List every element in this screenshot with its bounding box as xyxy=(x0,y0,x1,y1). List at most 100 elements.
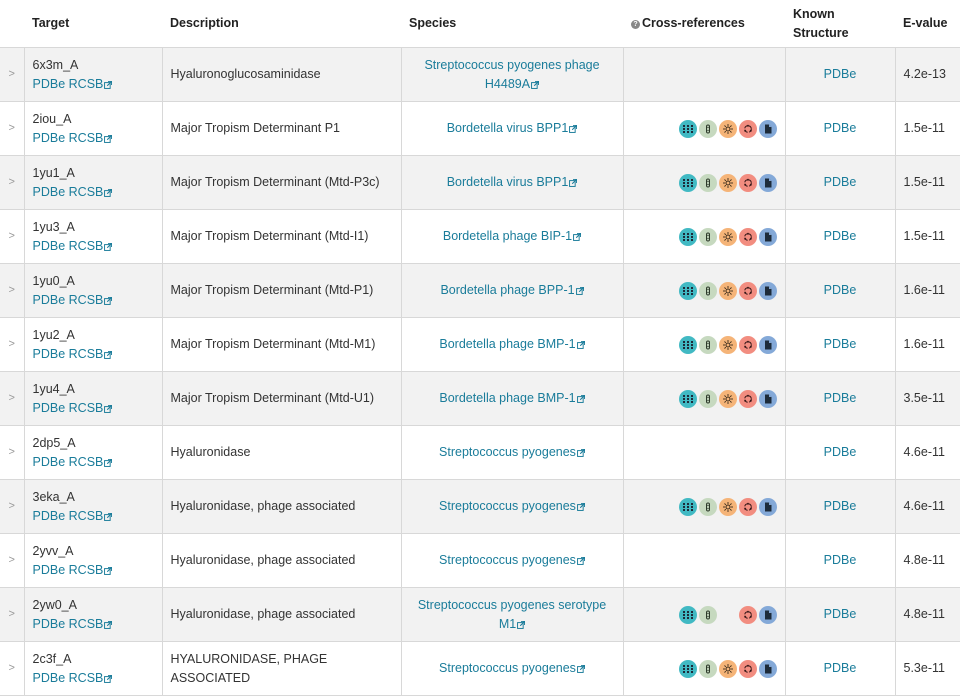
sun-icon[interactable] xyxy=(718,281,737,300)
rcsb-link[interactable]: RCSB xyxy=(69,509,113,523)
rcsb-link[interactable]: RCSB xyxy=(69,131,113,145)
known-structure-link[interactable]: PDBe xyxy=(824,121,857,135)
expand-toggle[interactable]: > xyxy=(0,479,25,534)
cycle-icon[interactable] xyxy=(738,281,757,300)
grid-icon[interactable] xyxy=(678,281,697,300)
known-structure-link[interactable]: PDBe xyxy=(824,445,857,459)
table-row[interactable]: >2yw0_A PDBe RCSB Hyaluronidase, phage ass… xyxy=(0,587,960,642)
table-row[interactable]: >2c3f_A PDBe RCSB HYALURONIDASE, PHAGE ASS… xyxy=(0,641,960,696)
species-link[interactable]: Streptococcus pyogenes xyxy=(439,499,585,513)
grid-icon[interactable] xyxy=(678,335,697,354)
expand-toggle[interactable]: > xyxy=(0,641,25,696)
species-link[interactable]: Bordetella phage BMP-1 xyxy=(439,337,585,351)
species-link[interactable]: Bordetella phage BMP-1 xyxy=(439,391,585,405)
document-icon[interactable] xyxy=(758,605,777,624)
table-row[interactable]: >2yvv_A PDBe RCSB Hyaluronidase, phage ass… xyxy=(0,533,960,588)
expand-toggle[interactable]: > xyxy=(0,533,25,588)
rcsb-link[interactable]: RCSB xyxy=(69,347,113,361)
grid-icon[interactable] xyxy=(678,227,697,246)
document-icon[interactable] xyxy=(758,281,777,300)
known-structure-link[interactable]: PDBe xyxy=(824,229,857,243)
header-crossrefs[interactable]: ? Cross-references xyxy=(623,0,785,48)
known-structure-link[interactable]: PDBe xyxy=(824,607,857,621)
sun-icon[interactable] xyxy=(718,389,737,408)
table-row[interactable]: >6x3m_A PDBe RCSB Hyaluronoglucosaminidase… xyxy=(0,47,960,102)
cycle-icon[interactable] xyxy=(738,605,757,624)
document-icon[interactable] xyxy=(758,389,777,408)
expand-toggle[interactable]: > xyxy=(0,317,25,372)
bacteria-icon[interactable] xyxy=(698,119,717,138)
rcsb-link[interactable]: RCSB xyxy=(69,77,113,91)
cycle-icon[interactable] xyxy=(738,173,757,192)
document-icon[interactable] xyxy=(758,173,777,192)
pdbe-link[interactable]: PDBe xyxy=(33,509,66,523)
table-row[interactable]: >3eka_A PDBe RCSB Hyaluronidase, phage ass… xyxy=(0,479,960,534)
cycle-icon[interactable] xyxy=(738,497,757,516)
species-link[interactable]: Streptococcus pyogenes xyxy=(439,661,585,675)
pdbe-link[interactable]: PDBe xyxy=(33,347,66,361)
pdbe-link[interactable]: PDBe xyxy=(33,563,66,577)
bacteria-icon[interactable] xyxy=(698,227,717,246)
expand-toggle[interactable]: > xyxy=(0,263,25,318)
species-link[interactable]: Bordetella virus BPP1 xyxy=(447,121,578,135)
rcsb-link[interactable]: RCSB xyxy=(69,455,113,469)
bacteria-icon[interactable] xyxy=(698,335,717,354)
rcsb-link[interactable]: RCSB xyxy=(69,293,113,307)
species-link[interactable]: Bordetella phage BPP-1 xyxy=(440,283,584,297)
grid-icon[interactable] xyxy=(678,659,697,678)
document-icon[interactable] xyxy=(758,227,777,246)
pdbe-link[interactable]: PDBe xyxy=(33,455,66,469)
known-structure-link[interactable]: PDBe xyxy=(824,553,857,567)
rcsb-link[interactable]: RCSB xyxy=(69,671,113,685)
document-icon[interactable] xyxy=(758,119,777,138)
pdbe-link[interactable]: PDBe xyxy=(33,239,66,253)
help-icon[interactable]: ? xyxy=(631,20,640,29)
sun-icon[interactable] xyxy=(718,335,737,354)
pdbe-link[interactable]: PDBe xyxy=(33,617,66,631)
table-row[interactable]: >2dp5_A PDBe RCSB Hyaluronidase Streptococc… xyxy=(0,425,960,480)
expand-toggle[interactable]: > xyxy=(0,371,25,426)
expand-toggle[interactable]: > xyxy=(0,155,25,210)
species-link[interactable]: Bordetella phage BIP-1 xyxy=(443,229,582,243)
document-icon[interactable] xyxy=(758,335,777,354)
expand-toggle[interactable]: > xyxy=(0,101,25,156)
grid-icon[interactable] xyxy=(678,173,697,192)
table-row[interactable]: >1yu4_A PDBe RCSB Major Tropism Determinan… xyxy=(0,371,960,426)
sun-icon[interactable] xyxy=(718,497,737,516)
expand-toggle[interactable]: > xyxy=(0,425,25,480)
grid-icon[interactable] xyxy=(678,119,697,138)
known-structure-link[interactable]: PDBe xyxy=(824,499,857,513)
pdbe-link[interactable]: PDBe xyxy=(33,131,66,145)
table-row[interactable]: >1yu0_A PDBe RCSB Major Tropism Determinan… xyxy=(0,263,960,318)
bacteria-icon[interactable] xyxy=(698,389,717,408)
rcsb-link[interactable]: RCSB xyxy=(69,563,113,577)
table-row[interactable]: >1yu1_A PDBe RCSB Major Tropism Determinan… xyxy=(0,155,960,210)
pdbe-link[interactable]: PDBe xyxy=(33,671,66,685)
pdbe-link[interactable]: PDBe xyxy=(33,401,66,415)
known-structure-link[interactable]: PDBe xyxy=(824,391,857,405)
bacteria-icon[interactable] xyxy=(698,659,717,678)
bacteria-icon[interactable] xyxy=(698,497,717,516)
species-link[interactable]: Streptococcus pyogenes xyxy=(439,445,585,459)
species-link[interactable]: Bordetella virus BPP1 xyxy=(447,175,578,189)
known-structure-link[interactable]: PDBe xyxy=(824,175,857,189)
document-icon[interactable] xyxy=(758,659,777,678)
pdbe-link[interactable]: PDBe xyxy=(33,185,66,199)
known-structure-link[interactable]: PDBe xyxy=(824,67,857,81)
sun-icon[interactable] xyxy=(718,659,737,678)
expand-toggle[interactable]: > xyxy=(0,587,25,642)
rcsb-link[interactable]: RCSB xyxy=(69,401,113,415)
header-evalue[interactable]: E-value xyxy=(895,0,960,48)
table-row[interactable]: >1yu2_A PDBe RCSB Major Tropism Determinan… xyxy=(0,317,960,372)
bacteria-icon[interactable] xyxy=(698,605,717,624)
document-icon[interactable] xyxy=(758,497,777,516)
pdbe-link[interactable]: PDBe xyxy=(33,293,66,307)
sun-icon[interactable] xyxy=(718,173,737,192)
pdbe-link[interactable]: PDBe xyxy=(33,77,66,91)
cycle-icon[interactable] xyxy=(738,227,757,246)
header-target[interactable]: Target xyxy=(24,0,162,48)
bacteria-icon[interactable] xyxy=(698,173,717,192)
bacteria-icon[interactable] xyxy=(698,281,717,300)
cycle-icon[interactable] xyxy=(738,389,757,408)
species-link[interactable]: Streptococcus pyogenes serotype M1 xyxy=(418,598,606,631)
